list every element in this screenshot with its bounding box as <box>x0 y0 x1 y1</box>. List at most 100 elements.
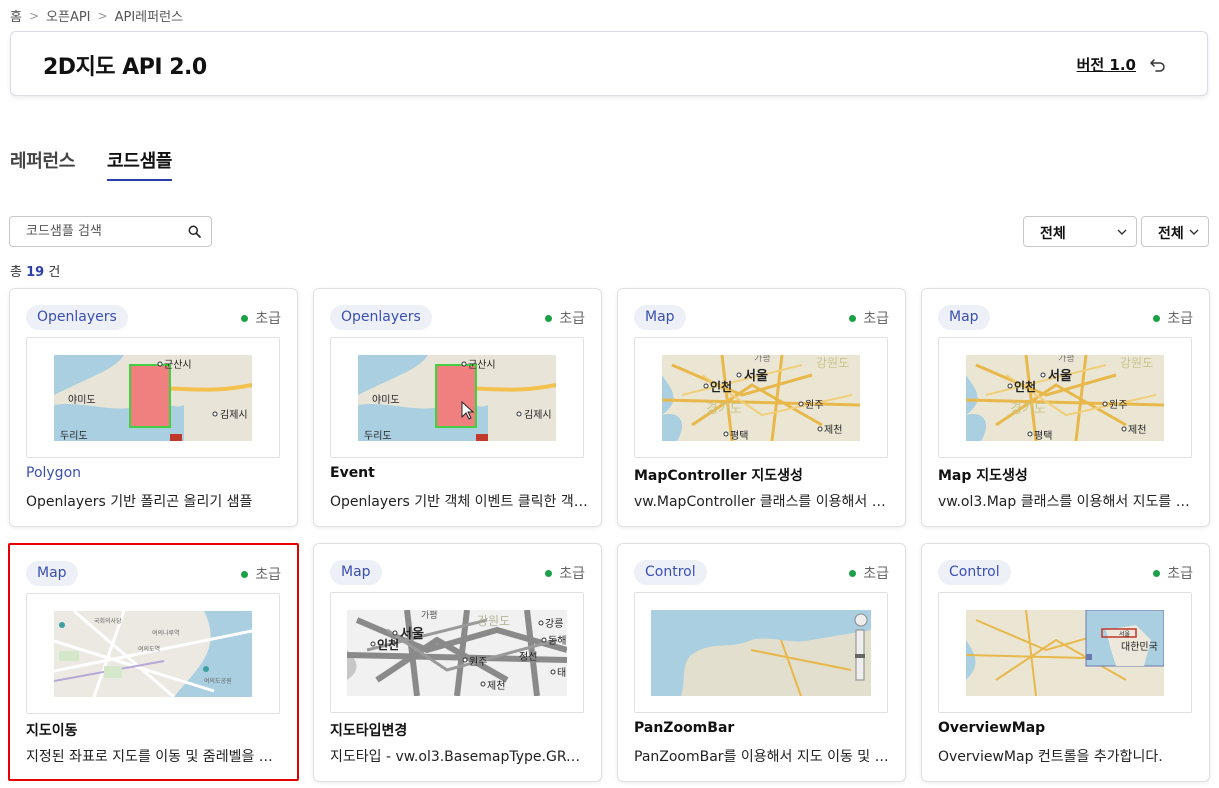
map-label: 여의도역 <box>138 645 160 653</box>
map-label: 인천 <box>1014 379 1036 394</box>
sample-card-map-type[interactable]: Map 초급 서울 인천 강원도 원주 제천 정선 가평 강릉 동해 태백 지도… <box>313 543 602 782</box>
category-badge: Control <box>634 560 707 585</box>
category-badge: Map <box>26 561 78 586</box>
map-label: 가평 <box>1058 355 1075 364</box>
map-thumbnail-image <box>651 609 871 696</box>
breadcrumb: 홈 > 오픈API > API레퍼런스 <box>10 6 183 26</box>
level-dot-icon <box>1153 314 1161 322</box>
level-label: 초급 <box>559 311 585 327</box>
card-title: PanZoomBar <box>634 720 735 736</box>
map-label: 원주 <box>469 656 487 668</box>
sample-card-overviewmap[interactable]: Control 초급 서울 대한민국 OverviewMap OverviewM… <box>921 543 1210 782</box>
sample-card-event[interactable]: Openlayers 초급 군산시 야미도 김제시 두리도 Event Open… <box>313 288 602 527</box>
sample-card-map[interactable]: Map 초급 서울 인천 강원도 경기도 원주 제천 평택 가평 Map 지도생… <box>921 288 1210 527</box>
map-label: 야미도 <box>68 394 96 406</box>
map-label: 군산시 <box>468 359 496 371</box>
map-thumbnail-image: 군산시 야미도 김제시 두리도 <box>358 354 556 441</box>
card-description: Openlayers 기반 폴리곤 올리기 샘플 <box>26 494 253 510</box>
level-dot-icon <box>1153 569 1161 577</box>
filter-select-1[interactable]: 전체 <box>1023 216 1137 247</box>
card-description: vw.MapController 클래스를 이용해서 지도를 생성합니다. <box>634 494 892 510</box>
map-thumbnail-image: 서울 인천 강원도 경기도 원주 제천 평택 가평 <box>966 354 1164 441</box>
tab-reference[interactable]: 레퍼런스 <box>10 147 75 181</box>
category-badge: Control <box>938 560 1011 585</box>
breadcrumb-home[interactable]: 홈 <box>10 6 22 25</box>
card-description: 지도타입 - vw.ol3.BasemapType.GRAPHIC 등 지도 타… <box>330 749 588 765</box>
level-label: 초급 <box>1167 311 1193 327</box>
map-label: 여의도공원 <box>204 677 232 685</box>
map-thumbnail-image: 서울 대한민국 <box>966 609 1164 696</box>
map-label: 태백 <box>557 667 567 679</box>
map-label: 제천 <box>824 424 842 436</box>
undo-icon[interactable] <box>1149 55 1167 73</box>
map-label: 경기도 <box>1010 402 1046 417</box>
page-title: 2D지도 API 2.0 <box>43 55 207 80</box>
map-label: 두리도 <box>364 430 392 441</box>
map-label: 여의나루역 <box>152 629 180 637</box>
map-label: 가평 <box>421 610 438 621</box>
card-title: Event <box>330 465 375 481</box>
map-label: 서울 <box>1048 368 1072 384</box>
map-label: 서울 <box>744 368 768 384</box>
card-title: OverviewMap <box>938 720 1046 736</box>
card-description: OverviewMap 컨트롤을 추가합니다. <box>938 749 1163 765</box>
thumbnail: 서울 인천 강원도 경기도 원주 제천 평택 가평 <box>938 337 1192 458</box>
search-icon[interactable] <box>188 225 201 238</box>
sample-card-mapcontroller[interactable]: Map 초급 서울 인천 강원도 경기도 원주 제천 평택 가평 MapCont… <box>617 288 906 527</box>
map-label: 대한민국 <box>1121 641 1158 653</box>
level-indicator: 초급 <box>849 563 889 583</box>
card-title: MapController 지도생성 <box>634 468 803 484</box>
map-label: 강원도 <box>477 614 510 628</box>
map-label: 국회의사당 <box>94 617 122 625</box>
category-badge: Openlayers <box>26 305 128 330</box>
category-badge: Openlayers <box>330 305 432 330</box>
map-label: 제천 <box>1128 424 1146 436</box>
level-indicator: 초급 <box>1153 563 1193 583</box>
version-link[interactable]: 버전 1.0 <box>1077 54 1136 75</box>
breadcrumb-reference[interactable]: API레퍼런스 <box>115 6 183 25</box>
filter-select-2[interactable]: 전체 <box>1141 216 1209 247</box>
chevron-down-icon <box>1189 229 1199 235</box>
tab-code-sample[interactable]: 코드샘플 <box>107 147 172 181</box>
level-dot-icon <box>849 314 857 322</box>
level-indicator: 초급 <box>545 563 585 583</box>
level-label: 초급 <box>559 566 585 582</box>
map-label: 정선 <box>519 651 537 663</box>
sample-card-map-move[interactable]: Map 초급 국회의사당 여의나루역 여의도역 여의도공원 지도이동 지정된 좌… <box>8 543 299 781</box>
map-label: 동해 <box>548 634 566 647</box>
sample-card-panzoombar[interactable]: Control 초급 PanZoomBar PanZoomBar를 이용해서 지… <box>617 543 906 782</box>
map-label: 원주 <box>1109 399 1127 411</box>
breadcrumb-openapi[interactable]: 오픈API <box>46 6 91 25</box>
search-input[interactable] <box>10 217 175 246</box>
card-description: PanZoomBar를 이용해서 지도 이동 및 줌 레벨을 변경합니다. <box>634 749 892 765</box>
map-thumbnail-image: 서울 인천 강원도 원주 제천 정선 가평 강릉 동해 태백 <box>347 609 567 696</box>
sample-card-polygon[interactable]: Openlayers 초급 군산시 야미도 김제시 두리도 Polygon Op… <box>9 288 298 527</box>
card-title: 지도타입변경 <box>330 723 408 739</box>
chevron-down-icon <box>1117 229 1127 235</box>
card-description: vw.ol3.Map 클래스를 이용해서 지도를 생성합니다. <box>938 494 1196 510</box>
thumbnail: 서울 인천 강원도 경기도 원주 제천 평택 가평 <box>634 337 888 458</box>
map-label: 강원도 <box>816 356 849 370</box>
filter-2-value: 전체 <box>1158 226 1184 242</box>
chevron-right-icon: > <box>28 8 40 23</box>
filter-1-value: 전체 <box>1040 226 1066 242</box>
count-value: 19 <box>26 265 45 280</box>
map-label: 평택 <box>1034 430 1052 441</box>
category-badge: Map <box>634 305 686 330</box>
page-header: 2D지도 API 2.0 버전 1.0 <box>10 31 1208 96</box>
level-label: 초급 <box>863 311 889 327</box>
map-label: 군산시 <box>164 359 192 371</box>
thumbnail: 군산시 야미도 김제시 두리도 <box>26 337 280 458</box>
map-label: 인천 <box>710 379 732 394</box>
level-dot-icon <box>545 314 553 322</box>
map-label: 경기도 <box>706 402 742 417</box>
card-title: Map 지도생성 <box>938 468 1028 484</box>
level-dot-icon <box>241 314 249 322</box>
map-label: 김제시 <box>524 409 552 421</box>
map-label: 김제시 <box>220 409 248 421</box>
thumbnail: 군산시 야미도 김제시 두리도 <box>330 337 584 458</box>
card-title: Polygon <box>26 465 82 481</box>
map-label: 서울 <box>1119 630 1131 638</box>
search-box <box>9 216 212 247</box>
map-label: 가평 <box>754 355 771 364</box>
